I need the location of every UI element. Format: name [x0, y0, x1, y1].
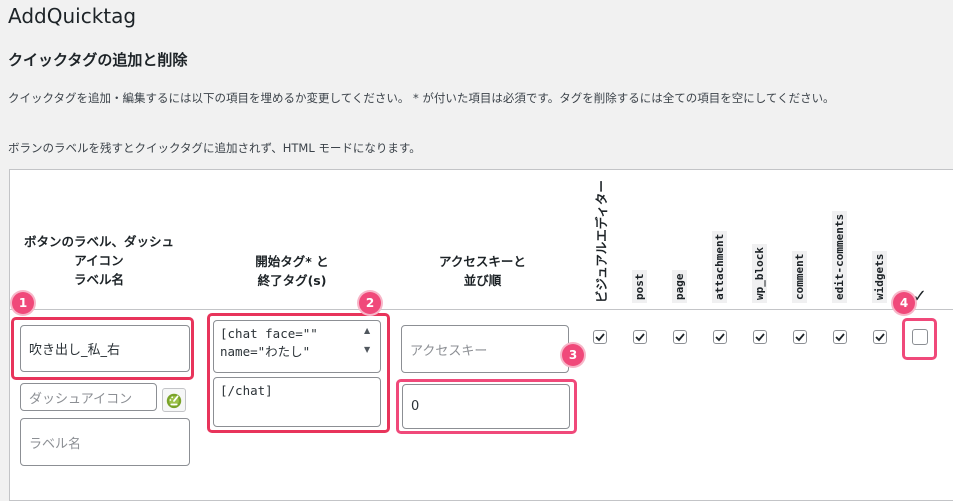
- start-tag-textarea[interactable]: [chat face="" name="わたし": [213, 320, 381, 373]
- scroll-down-icon[interactable]: ▼: [364, 345, 376, 354]
- description-note: ボランのラベルを残すとクイックタグに追加されず、HTML モードになります。: [8, 141, 421, 155]
- scroll-up-icon[interactable]: ▲: [364, 326, 376, 335]
- header-label-line1: ボタンのラベル、ダッシュ: [23, 234, 174, 249]
- header-key-line2: 並び順: [463, 273, 502, 288]
- header-widgets: widgets: [872, 250, 887, 303]
- page-checkbox[interactable]: [673, 330, 687, 344]
- section-title: クイックタグの追加と削除: [8, 51, 188, 69]
- access-key-input[interactable]: アクセスキー: [401, 325, 569, 373]
- header-tag-line1: 開始タグ* と: [255, 254, 329, 269]
- order-value: 0: [411, 399, 420, 414]
- wp-block-checkbox[interactable]: [753, 330, 767, 344]
- widgets-checkbox[interactable]: [873, 330, 887, 344]
- button-label-input[interactable]: 吹き出し_私_右: [20, 325, 190, 372]
- edit-comments-checkbox[interactable]: [833, 330, 847, 344]
- header-edit-comments: edit-comments: [832, 210, 847, 303]
- post-checkbox[interactable]: [633, 330, 647, 344]
- header-access-key: アクセスキーと 並び順: [400, 252, 565, 290]
- check-icon: [795, 333, 805, 342]
- description-text: クイックタグを追加・編集するには以下の項目を埋めるか変更してください。 * が付…: [8, 91, 835, 105]
- header-comment: comment: [792, 250, 807, 303]
- header-attachment: attachment: [712, 230, 727, 303]
- badge-3: 3: [562, 344, 584, 366]
- check-icon: [675, 333, 685, 342]
- dashicon-input[interactable]: ダッシュアイコン: [20, 383, 157, 411]
- badge-2: 2: [359, 292, 381, 314]
- dashicon-picker-button[interactable]: [162, 388, 186, 412]
- access-key-placeholder: アクセスキー: [410, 343, 488, 359]
- dashicon-placeholder: ダッシュアイコン: [29, 391, 133, 407]
- label-name-input[interactable]: ラベル名: [20, 418, 190, 466]
- label-name-placeholder: ラベル名: [29, 436, 82, 452]
- check-icon: [635, 333, 645, 342]
- header-page: page: [672, 270, 687, 303]
- visual-editor-checkbox[interactable]: [593, 330, 607, 344]
- header-key-line1: アクセスキーと: [439, 254, 526, 269]
- header-wp-block: wp_block: [752, 244, 767, 303]
- order-input[interactable]: 0: [402, 384, 570, 429]
- header-tag-line2: 終了タグ(s): [257, 273, 327, 288]
- check-icon: [875, 333, 885, 342]
- header-post: post: [632, 270, 647, 303]
- page-title: AddQuicktag: [8, 4, 137, 28]
- header-tags: 開始タグ* と 終了タグ(s): [212, 252, 372, 290]
- badge-1: 1: [12, 292, 34, 314]
- header-label-line3: ラベル名: [73, 272, 124, 287]
- attachment-checkbox[interactable]: [713, 330, 727, 344]
- header-button-label: ボタンのラベル、ダッシュ アイコン ラベル名: [12, 232, 186, 289]
- check-icon: [715, 333, 725, 342]
- button-label-value: 吹き出し_私_右: [29, 343, 121, 358]
- table-header-divider: [9, 309, 953, 310]
- badge-4: 4: [893, 292, 915, 314]
- check-icon: [595, 333, 605, 342]
- check-icon: [835, 333, 845, 342]
- header-visual-editor: ビジュアルエディター: [594, 180, 609, 303]
- check-icon: [755, 333, 765, 342]
- row-select-checkbox[interactable]: [912, 329, 928, 345]
- end-tag-textarea[interactable]: [/chat]: [213, 377, 381, 427]
- textarea-scrollbar[interactable]: ▲ ▼: [364, 326, 376, 354]
- comment-checkbox[interactable]: [793, 330, 807, 344]
- header-label-line2: アイコン: [74, 253, 124, 268]
- dashboard-icon: [166, 393, 182, 409]
